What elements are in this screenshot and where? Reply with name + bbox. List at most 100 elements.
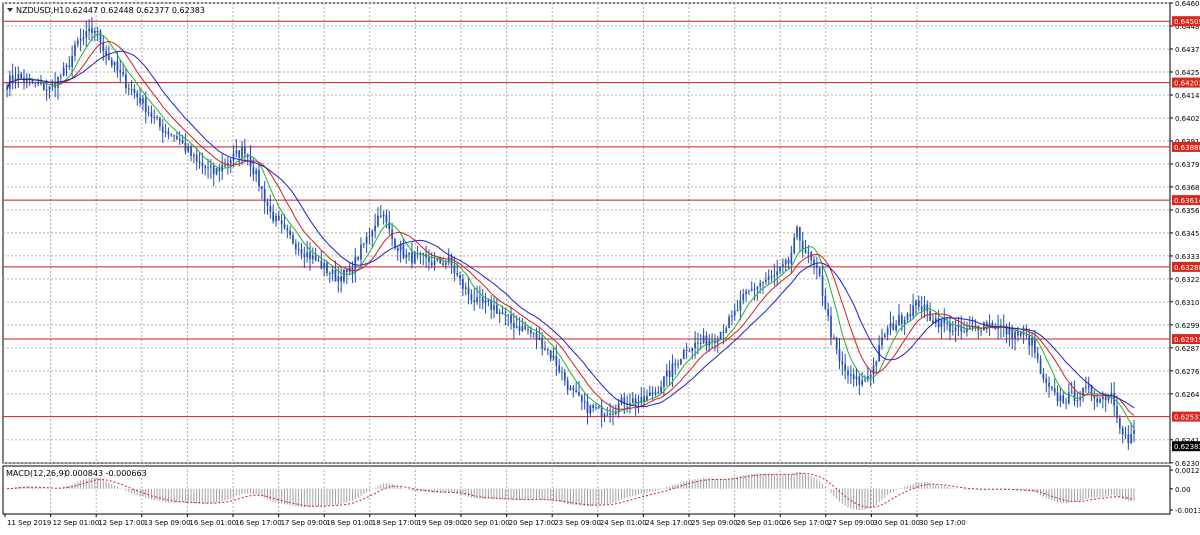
candle-body <box>306 252 309 258</box>
candle-body <box>122 72 124 75</box>
candle-body <box>1025 334 1028 336</box>
candle-body <box>283 224 286 229</box>
price-tick-label: 0.63450 <box>1175 230 1200 238</box>
candle-body <box>1127 434 1130 444</box>
price-tick-label: 0.62760 <box>1175 368 1200 376</box>
candle-body <box>606 414 609 416</box>
candle-body <box>762 281 764 283</box>
candle-body <box>156 116 158 118</box>
candle-body <box>1085 387 1087 389</box>
candle-body <box>173 135 175 137</box>
candle-body <box>85 31 88 38</box>
candle-body <box>513 323 515 328</box>
candle-body <box>844 364 847 371</box>
candle-body <box>263 188 266 203</box>
candle-body <box>849 374 852 376</box>
candle-body <box>889 323 892 329</box>
candle-body <box>739 300 742 311</box>
chart-header: NZDUSD,H1 0.62447 0.62448 0.62377 0.6238… <box>7 6 205 15</box>
candle-body <box>430 262 433 266</box>
candle-body <box>932 320 934 323</box>
candle-body <box>40 82 42 84</box>
candle-body <box>467 287 470 295</box>
candle-body <box>396 248 399 251</box>
candle-body <box>963 331 965 333</box>
time-tick-label: 18 Sep 01:00 <box>326 519 373 527</box>
candle-body <box>759 282 762 287</box>
candle-body <box>864 379 866 381</box>
candle-body <box>476 297 478 302</box>
price-tick-label: 0.63680 <box>1175 184 1200 192</box>
candle-body <box>337 276 340 282</box>
candle-body <box>745 291 747 295</box>
candle-body <box>408 252 410 255</box>
candle-body <box>442 263 444 265</box>
candle-body <box>702 335 705 344</box>
time-tick-label: 18 Sep 17:00 <box>372 519 419 527</box>
candle-body <box>648 392 651 396</box>
candle-body <box>323 262 325 269</box>
candle-body <box>898 315 900 326</box>
macd-header: MACD(12,26,9) -0.000843 -0.000663 <box>6 469 147 478</box>
candle-body <box>292 235 294 244</box>
price-axis: 0.646000.644850.643700.642550.641400.640… <box>1170 0 1200 515</box>
candle-body <box>501 312 504 315</box>
candle-body <box>677 364 679 366</box>
time-tick-label: 24 Sep 17:00 <box>645 519 692 527</box>
candle-body <box>261 186 263 189</box>
candle-body <box>204 166 207 168</box>
main-panel-frame <box>2 2 1171 464</box>
candle-body <box>507 314 510 316</box>
candle-body <box>869 374 872 377</box>
candle-body <box>402 244 405 258</box>
candle-body <box>855 376 858 380</box>
candle-body <box>524 326 527 330</box>
candle-body <box>235 150 238 154</box>
candle-body <box>413 253 416 264</box>
price-tick-label: 0.63795 <box>1175 161 1200 169</box>
candle-body <box>31 79 34 84</box>
time-tick-label: 19 Sep 09:00 <box>417 519 464 527</box>
time-tick-label: 20 Sep 17:00 <box>509 519 556 527</box>
time-tick-label: 30 Sep 17:00 <box>919 519 966 527</box>
candle-body <box>804 249 807 253</box>
candle-body <box>660 386 662 393</box>
candle-body <box>65 65 68 68</box>
candle-body <box>241 147 243 158</box>
candle-body <box>79 38 82 41</box>
candle-body <box>861 380 864 385</box>
candle-body <box>74 44 76 56</box>
level-tag-label: 0.64202 <box>1174 80 1200 88</box>
candle-body <box>484 300 487 303</box>
candle-body <box>193 154 195 157</box>
candle-body <box>821 275 824 296</box>
macd-tick-label: 0.00 <box>1175 486 1191 494</box>
candle-body <box>835 337 838 350</box>
candle-body <box>20 73 23 78</box>
candle-body <box>181 140 184 143</box>
candle-body <box>1068 392 1070 404</box>
time-tick-label: 25 Sep 09:00 <box>691 519 738 527</box>
candle-body <box>164 131 167 133</box>
candle-body <box>575 390 578 393</box>
time-tick-label: 26 Sep 01:00 <box>737 519 784 527</box>
candle-body <box>360 244 362 260</box>
candle-body <box>555 356 558 366</box>
candle-body <box>382 214 385 217</box>
candle-body <box>1048 382 1050 388</box>
candle-body <box>1062 395 1065 403</box>
candle-body <box>317 260 320 262</box>
time-tick-label: 26 Sep 17:00 <box>782 519 829 527</box>
candle-body <box>906 314 909 320</box>
candle-body <box>1104 396 1107 401</box>
candle-body <box>244 147 246 155</box>
candle-body <box>379 215 382 217</box>
price-tick-label: 0.63220 <box>1175 276 1200 284</box>
candle-body <box>799 227 801 241</box>
candle-body <box>198 161 201 163</box>
candle-body <box>459 275 461 279</box>
candle-body <box>793 237 796 254</box>
candle-body <box>139 97 141 104</box>
candle-body <box>883 334 886 338</box>
candle-body <box>493 305 495 310</box>
